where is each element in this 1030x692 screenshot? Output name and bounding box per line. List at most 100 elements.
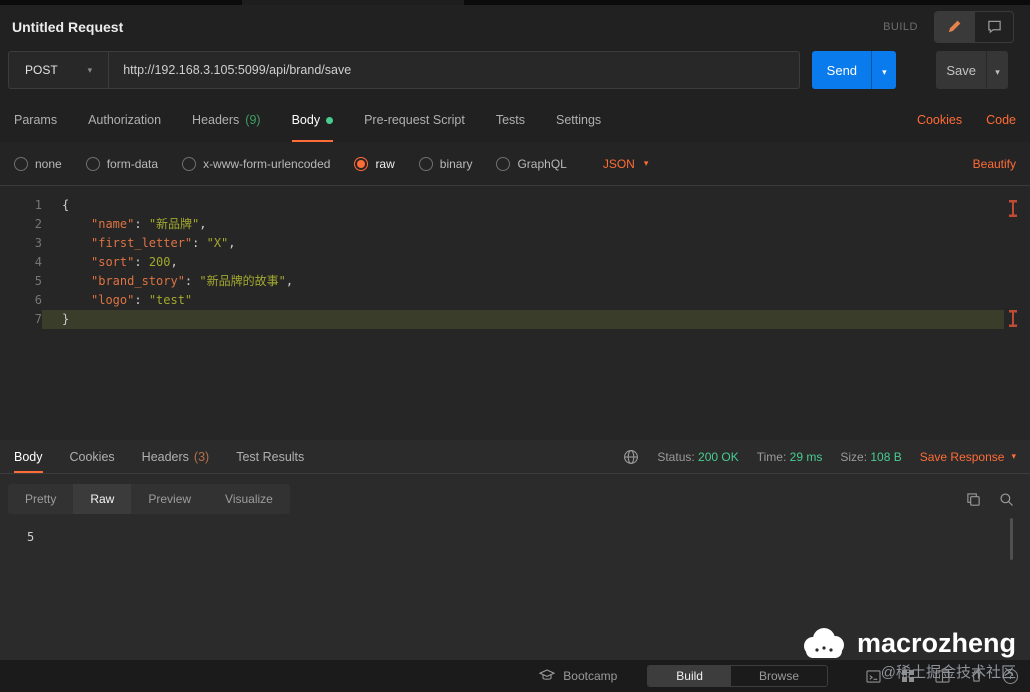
json-value: "test" [148,293,193,307]
radio-icon [85,156,100,171]
globe-icon[interactable] [623,449,639,465]
chevron-down-icon: ▾ [87,64,93,75]
body-type-form-data[interactable]: form-data [85,156,158,171]
search-icon[interactable] [999,492,1014,507]
tab-label: Cookies [69,449,115,464]
scrollbar-cursor-marker [1009,200,1017,217]
radio-label: none [35,156,62,171]
size-badge: Size: 108 B [840,450,901,464]
send-button[interactable]: Send [812,51,872,89]
tab-authorization[interactable]: Authorization [88,98,161,142]
response-tab-test-results[interactable]: Test Results [236,440,304,473]
url-input[interactable]: http://192.168.3.105:5099/api/brand/save [109,52,799,88]
tab-label: Body [291,113,321,127]
code-text: "brand_story": "新品牌的故事", [42,272,1004,291]
code-line-current[interactable]: 7 } [0,310,1030,329]
cookies-link[interactable]: Cookies [917,113,962,127]
tab-label: Headers [141,449,189,464]
code-line[interactable]: 6 "logo": "test" [0,291,1030,310]
response-tab-headers[interactable]: Headers (3) [142,440,210,473]
tab-params[interactable]: Params [14,98,57,142]
code-line[interactable]: 5 "brand_story": "新品牌的故事", [0,272,1030,291]
watermark-row: macrozheng [801,626,1016,660]
response-scrollbar[interactable] [1010,518,1013,560]
method-select[interactable]: POST ▾ [9,52,110,88]
json-value: "新品牌的故事" [199,274,286,288]
line-number: 4 [34,255,42,269]
send-options-caret[interactable]: ▾ [871,51,897,89]
comments-button[interactable] [974,11,1013,42]
response-tab-cookies[interactable]: Cookies [70,440,115,473]
tab-body[interactable]: Body [291,98,334,142]
json-key: "first_letter" [91,236,193,250]
tab-label: Params [14,113,58,127]
method-value: POST [25,63,58,77]
copy-icon[interactable] [966,492,981,507]
request-body-editor[interactable]: 1 { 2 "name": "新品牌", 3 "first_letter": "… [0,186,1030,440]
body-type-binary[interactable]: binary [418,156,472,171]
code-line[interactable]: 2 "name": "新品牌", [0,215,1030,234]
edit-request-button[interactable] [935,11,974,42]
code-link[interactable]: Code [986,113,1016,127]
json-comma: , [170,255,178,269]
tab-pre-request-script[interactable]: Pre-request Script [364,98,465,142]
save-response-label: Save Response [919,449,1005,464]
tab-headers[interactable]: Headers (9) [192,98,261,142]
tab-label: Pre-request Script [364,113,465,127]
save-options-caret[interactable]: ▾ [986,51,1008,89]
request-header: Untitled Request BUILD [0,5,1030,48]
json-brace: } [62,312,70,326]
radio-icon [418,156,433,171]
tab-label: Body [14,449,43,464]
raw-format-select[interactable]: JSON ▾ [603,157,649,171]
save-button[interactable]: Save [936,51,986,89]
line-number: 6 [34,293,42,307]
toggle-build[interactable]: Build [648,666,731,686]
response-view-row: Pretty Raw Preview Visualize [0,484,1030,514]
radio-selected-icon [354,156,369,171]
line-number: 5 [34,274,42,288]
view-tab-preview[interactable]: Preview [131,484,208,514]
bootcamp-button[interactable]: Bootcamp [539,669,617,683]
json-key: "name" [91,217,135,231]
window-tab-strip [0,0,1030,5]
body-type-none[interactable]: none [14,156,62,171]
json-number: 200 [148,255,171,269]
scrollbar-cursor-marker [1009,310,1017,327]
json-colon: : [192,236,207,250]
view-tab-raw[interactable]: Raw [73,484,132,514]
view-tab-visualize[interactable]: Visualize [208,484,290,514]
radio-icon [182,156,197,171]
cloud-paw-logo-icon [803,628,844,658]
code-line[interactable]: 1 { [0,196,1030,215]
code-text: "logo": "test" [42,291,1004,310]
tab-label: Test Results [236,449,305,464]
topbar-right: BUILD [883,10,1018,43]
time-value: 29 ms [789,449,823,464]
line-number: 1 [34,198,42,212]
comment-icon [987,20,1001,34]
code-line[interactable]: 4 "sort": 200, [0,253,1030,272]
chevron-down-icon: ▾ [882,66,887,77]
view-tab-pretty[interactable]: Pretty [8,484,73,514]
body-type-graphql[interactable]: GraphQL [496,156,567,171]
tab-settings[interactable]: Settings [556,98,601,142]
response-meta: Status: 200 OK Time: 29 ms Size: 108 B S… [623,449,1016,465]
body-type-urlencoded[interactable]: x-www-form-urlencoded [182,156,330,171]
json-comma: , [199,217,207,231]
body-filled-dot-icon [326,116,334,124]
beautify-link[interactable]: Beautify [973,157,1016,171]
line-number: 7 [34,312,42,326]
save-split-button: Save ▾ [936,51,1008,89]
code-line[interactable]: 3 "first_letter": "X", [0,234,1030,253]
response-tab-body[interactable]: Body [14,440,43,473]
code-text: { [42,196,1004,215]
body-type-raw[interactable]: raw [354,156,395,171]
save-response-button[interactable]: Save Response ▾ [920,450,1016,464]
tabs-right-links: Cookies Code [917,113,1016,127]
code-text: "name": "新品牌", [42,215,1004,234]
line-number: 3 [34,236,42,250]
time-label: Time: [756,449,787,464]
status-label: Status: [657,449,695,464]
tab-tests[interactable]: Tests [496,98,525,142]
